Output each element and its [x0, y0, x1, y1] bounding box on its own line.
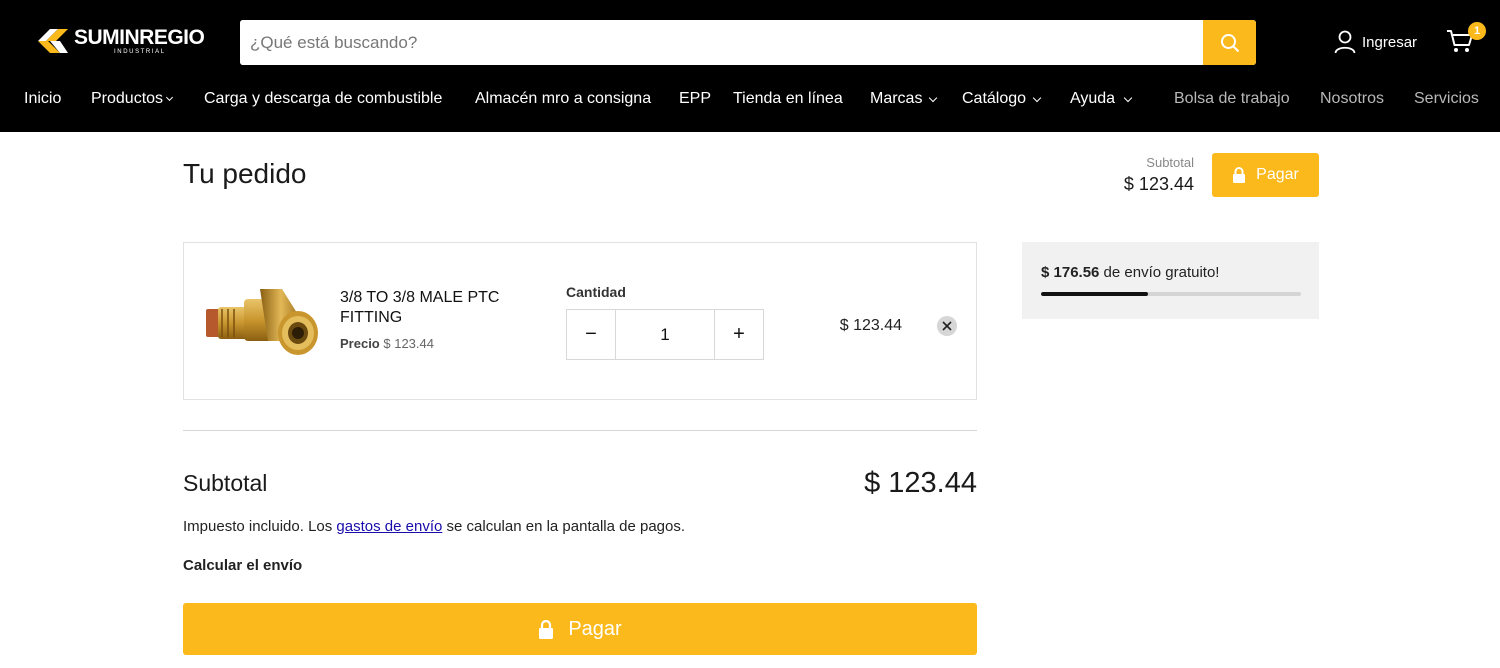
cart-line-item: 3/8 TO 3/8 MALE PTC FITTING Precio $ 123…: [183, 242, 977, 400]
free-shipping-progress-fill: [1041, 292, 1148, 296]
nav-item-tienda[interactable]: Tienda en línea: [733, 90, 843, 108]
search-icon: [1220, 33, 1239, 52]
logo-name: SUMINREGIO: [74, 26, 205, 49]
quantity-label: Cantidad: [566, 284, 626, 300]
nav-item-carga-combustible[interactable]: Carga y descarga de combustible: [204, 90, 442, 108]
cart-count-badge: 1: [1468, 22, 1486, 40]
product-unit-price: Precio $ 123.44: [340, 336, 434, 351]
logo[interactable]: SUMINREGIO INDUSTRIAL: [36, 24, 205, 58]
shipping-costs-link[interactable]: gastos de envío: [336, 518, 442, 535]
close-icon: [942, 321, 952, 331]
nav-item-inicio[interactable]: Inicio: [24, 90, 61, 108]
site-header: SUMINREGIO INDUSTRIAL Ingresar 1 Inicio …: [0, 0, 1500, 132]
decrement-button[interactable]: −: [567, 310, 615, 359]
line-total: $ 123.44: [839, 317, 902, 334]
logo-mark-icon: [38, 29, 68, 53]
tax-note: Impuesto incluido. Los gastos de envío s…: [183, 518, 686, 535]
logo-tagline: INDUSTRIAL: [114, 49, 166, 55]
remove-item-button[interactable]: [937, 316, 957, 336]
search-input[interactable]: [240, 20, 1202, 65]
calculate-shipping-toggle[interactable]: Calcular el envío: [183, 557, 302, 574]
nav-item-bolsa-trabajo[interactable]: Bolsa de trabajo: [1174, 90, 1290, 108]
nav-item-ayuda[interactable]: Ayuda: [1070, 90, 1133, 108]
user-icon: [1334, 30, 1356, 54]
chevron-down-icon: [929, 93, 938, 102]
nav-item-catalogo[interactable]: Catálogo: [962, 90, 1042, 108]
nav-item-nosotros[interactable]: Nosotros: [1320, 90, 1384, 108]
search-button[interactable]: [1203, 20, 1256, 65]
quantity-input[interactable]: 1: [615, 310, 715, 359]
checkout-button-label: Pagar: [1256, 166, 1299, 183]
free-shipping-amount: $ 176.56: [1041, 264, 1100, 281]
chevron-down-icon: [1032, 93, 1042, 102]
lock-icon: [539, 619, 554, 639]
increment-button[interactable]: +: [715, 310, 763, 359]
login-label: Ingresar: [1362, 33, 1418, 51]
price-value: $ 123.44: [383, 336, 434, 351]
product-title[interactable]: 3/8 TO 3/8 MALE PTC FITTING: [340, 288, 540, 328]
nav-item-productos[interactable]: Productos: [91, 90, 174, 108]
divider: [183, 430, 977, 431]
nav-item-epp[interactable]: EPP: [679, 90, 711, 108]
quantity-stepper: − 1 +: [566, 309, 764, 360]
free-shipping-message: $ 176.56 de envío gratuito!: [1041, 264, 1220, 281]
login-link[interactable]: Ingresar: [1334, 30, 1417, 54]
nav-item-marcas[interactable]: Marcas: [870, 90, 938, 108]
main-nav: Inicio Productos Carga y descarga de com…: [0, 90, 1500, 116]
page-title: Tu pedido: [183, 158, 307, 189]
free-shipping-progress-bar: [1041, 292, 1301, 296]
chevron-down-icon: [1123, 93, 1133, 102]
chevron-down-icon: [166, 93, 174, 102]
subtotal-label: Subtotal: [183, 470, 268, 496]
cart-button[interactable]: 1: [1446, 22, 1486, 56]
header-subtotal-label: Subtotal: [1146, 155, 1194, 170]
checkout-button-top[interactable]: Pagar: [1212, 153, 1319, 197]
nav-item-almacen[interactable]: Almacén mro a consigna: [475, 90, 651, 108]
free-shipping-box: $ 176.56 de envío gratuito!: [1022, 242, 1319, 319]
checkout-button-label: Pagar: [568, 617, 622, 640]
search-bar: [240, 20, 1256, 65]
price-label: Precio: [340, 336, 380, 351]
header-subtotal-value: $ 123.44: [1123, 174, 1194, 194]
product-image[interactable]: [202, 281, 322, 361]
nav-item-servicios[interactable]: Servicios: [1414, 90, 1479, 108]
lock-icon: [1233, 167, 1246, 183]
subtotal-value: $ 123.44: [864, 467, 977, 499]
checkout-button[interactable]: Pagar: [183, 603, 977, 655]
